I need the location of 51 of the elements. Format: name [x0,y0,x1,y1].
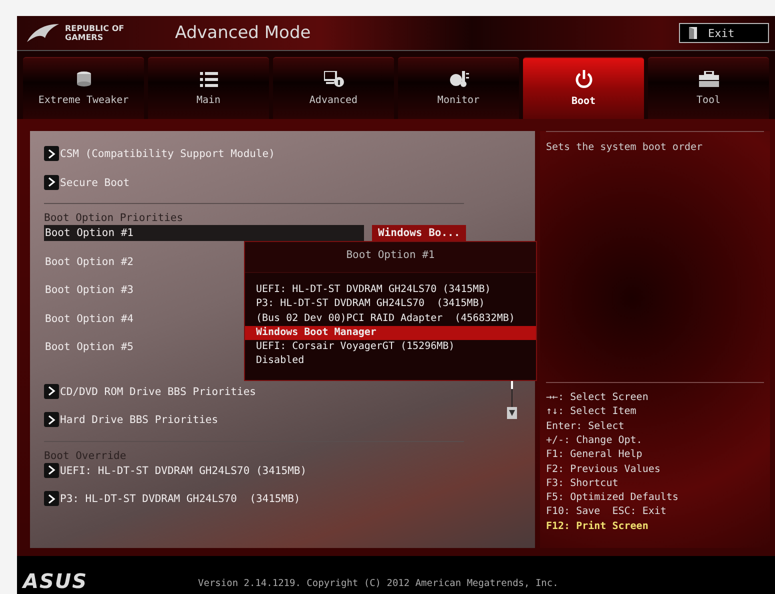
popup-option[interactable]: Disabled [245,354,536,369]
submenu-item[interactable]: UEFI: HL-DT-ST DVDRAM GH24LS70 (3415MB) [60,462,307,478]
tab[interactable]: Main [148,57,269,119]
popup-option[interactable]: UEFI: HL-DT-ST DVDRAM GH24LS70 (3415MB) [245,283,536,298]
popup-option[interactable]: P3: HL-DT-ST DVDRAM GH24LS70 (3415MB) [245,297,536,312]
brand-logo: ASUS [23,570,89,592]
chevron-icon [44,384,59,398]
popup-title: Boot Option #1 [245,242,536,273]
tab[interactable]: Monitor [398,57,519,119]
key-hint: →←: Select Screen [546,391,650,406]
submenu-item[interactable]: CD/DVD ROM Drive BBS Priorities [60,384,256,400]
tab[interactable]: Advanced [273,57,394,119]
section-heading: Boot Option Priorities [44,212,184,225]
chevron-icon [44,174,59,190]
key-hint: F2: Previous Values [546,462,662,477]
tab[interactable]: Extreme Tweaker [23,57,144,119]
scrollbar-drawing [506,381,518,421]
cylinder-icon [74,71,92,87]
version-text: Version 2.14.1219. Copyright (C) 2012 American Megatrends, Inc. [198,577,558,591]
help-description: Sets the system boot order [546,142,704,153]
door-icon [688,27,698,39]
key-hint: F1: General Help [546,448,644,462]
key-hint: ↑↓: Select Item [546,405,638,420]
key-hint: F12: Print Screen [546,520,650,534]
key-hint: Enter: Select [546,420,626,434]
key-hint: +/-: Change Opt. [546,434,644,448]
power-icon [574,70,592,88]
key-hint: F10: Save ESC: Exit [546,505,668,520]
toolbox-icon [698,71,718,87]
tab[interactable]: Tool [648,57,769,119]
section-heading: Boot Override [44,450,128,462]
popup-option[interactable]: (Bus 02 Dev 00)PCI RAID Adapter (456832MB) [245,312,536,326]
chevron-icon [44,146,59,161]
chevron-icon [44,491,59,506]
exit-button[interactable]: Exit [679,23,769,43]
submenu-item[interactable]: P3: HL-DT-ST DVDRAM GH24LS70 (3415MB) [60,491,300,507]
chevron-icon [44,462,59,478]
key-hint: F3: Shortcut [546,476,620,491]
popup-option[interactable]: Windows Boot Manager [245,326,536,340]
chevron-icon [44,412,59,427]
popup-option[interactable]: UEFI: Corsair VoyagerGT (15296MB) [245,340,536,354]
tab[interactable]: Boot [523,57,644,119]
chip-thermometer-icon [448,71,468,87]
monitor-info-icon [324,71,344,87]
key-hint: F5: Optimized Defaults [546,491,680,506]
option-value[interactable]: Windows Bo... [372,225,466,242]
boot-option-item[interactable]: Boot Option #1 [44,225,364,241]
list-icon [200,71,218,87]
brand-logo-text: REPUBLIC OF GAMERS [65,24,126,42]
window-title: Advanced Mode [175,23,311,43]
submenu-item[interactable]: Hard Drive BBS Priorities [60,412,218,428]
